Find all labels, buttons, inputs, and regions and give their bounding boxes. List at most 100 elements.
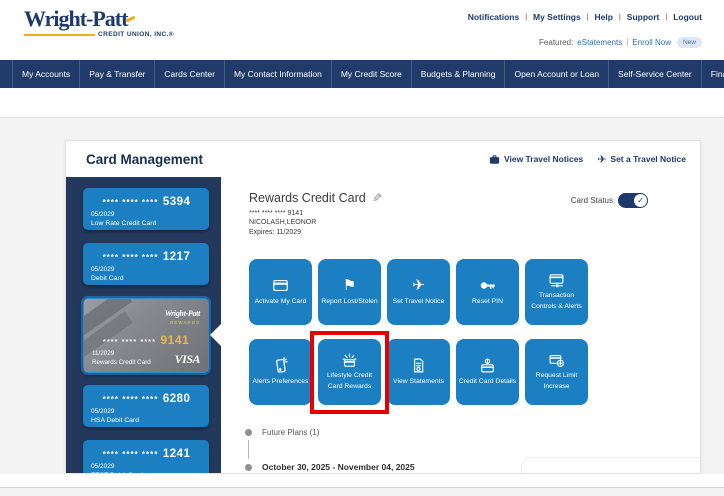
credit-card-icon (272, 277, 289, 295)
nav-my-contact-information[interactable]: My Contact Information (225, 60, 332, 88)
card-expiry: 05/2029 (91, 463, 115, 471)
card-status-toggle[interactable]: ✓ (618, 193, 648, 208)
nav-cards-center[interactable]: Cards Center (155, 60, 225, 88)
card-detail-summary: Rewards Credit Card ✎ **** **** **** 914… (249, 191, 382, 237)
new-badge: New (676, 37, 702, 48)
link-separator: | (665, 13, 668, 21)
card-mask: **** **** **** (102, 253, 159, 262)
card-management-panel: Card Management View Travel Notices ✈ Se… (65, 140, 701, 474)
airplane-icon: ✈ (412, 277, 425, 295)
tile-label: Report Lost/Stolen (321, 297, 378, 305)
set-travel-notice-button[interactable]: ✈ Set a Travel Notice (597, 153, 686, 166)
tile-label: Alerts Preferences (252, 377, 309, 385)
card-name: Rewards Credit Card (92, 358, 151, 366)
selected-card-title: Rewards Credit Card (249, 191, 366, 205)
nav-budgets-planning[interactable]: Budgets & Planning (412, 60, 506, 88)
transaction-controls-icon (548, 271, 565, 289)
visa-logo: VISA (174, 352, 201, 366)
utility-links: Notifications | My Settings | Help | Sup… (468, 12, 702, 22)
card-item-hsa-debit[interactable]: **** **** **** 6280 05/2029 HSA Debit Ca… (83, 385, 209, 427)
timeline-dot (245, 429, 252, 436)
main-nav: My Accounts Pay & Transfer Cards Center … (0, 60, 724, 88)
timeline-dot (245, 463, 252, 471)
future-plans-label[interactable]: Future Plans (1) (262, 428, 319, 437)
logout-link[interactable]: Logout (673, 12, 702, 22)
tile-label: Lifestyle Credit Card Rewards (327, 372, 372, 390)
nav-my-accounts[interactable]: My Accounts (12, 60, 81, 88)
wpcu-logo[interactable]: Wright-Patt CREDIT UNION, INC.® (24, 8, 174, 38)
airplane-icon: ✈ (597, 153, 607, 166)
card-name: Debit Card (91, 274, 124, 282)
card-item-rewards-selected[interactable]: Wright-Patt REWARDS **** **** **** 9141 … (83, 298, 209, 373)
card-name: Low Rate Credit Card (91, 219, 157, 227)
card-expiry: 05/2029 (91, 408, 115, 416)
tile-label: Reset PIN (472, 297, 503, 305)
travel-plan-date-range: October 30, 2025 - November 04, 2025 (262, 462, 415, 472)
nav-open-account-or-loan[interactable]: Open Account or Loan (505, 60, 610, 88)
tile-set-travel-notice[interactable]: ✈ Set Travel Notice (387, 259, 450, 325)
tile-alerts-preferences[interactable]: Alerts Preferences (249, 339, 312, 405)
support-link[interactable]: Support (627, 12, 660, 22)
link-separator: | (525, 13, 528, 21)
tile-request-limit-increase[interactable]: Request Limit Increase (525, 339, 588, 405)
tile-report-lost-stolen[interactable]: ⚑ Report Lost/Stolen (318, 259, 381, 325)
timeline-connector (248, 440, 249, 459)
card-last4: 1217 (162, 251, 191, 263)
page-bottom-grey (0, 488, 724, 496)
panel-header: Card Management View Travel Notices ✈ Se… (66, 141, 700, 177)
nav-my-credit-score[interactable]: My Credit Score (332, 60, 412, 88)
card-expiration: Expires: 11/2029 (249, 228, 302, 236)
nav-financial-learning[interactable]: Financial Learning (702, 60, 724, 88)
notifications-link[interactable]: Notifications (468, 12, 519, 22)
my-settings-link[interactable]: My Settings (533, 12, 581, 22)
tile-reset-pin[interactable]: Reset PIN (456, 259, 519, 325)
view-travel-notices-button[interactable]: View Travel Notices (489, 154, 583, 165)
tile-activate-my-card[interactable]: Activate My Card (249, 259, 312, 325)
flag-icon: ⚑ (342, 277, 357, 295)
nav-pay-transfer[interactable]: Pay & Transfer (80, 60, 156, 88)
travel-plan-card (521, 457, 700, 473)
set-travel-notice-label: Set a Travel Notice (610, 154, 686, 164)
card-expiry: 11/2029 (92, 350, 115, 357)
tile-label: Transaction Controls & Alerts (531, 292, 582, 310)
card-item-test-debit[interactable]: **** **** **** 1241 05/2029 TEST Debit C… (83, 440, 209, 473)
featured-label: Featured: (539, 38, 574, 47)
masked-card-number: **** **** **** 9141 (249, 210, 304, 217)
enroll-now-link[interactable]: Enroll Now (632, 38, 671, 47)
card-list-sidebar: **** **** **** 5394 05/2029 Low Rate Cre… (66, 177, 221, 473)
logo-wordmark: Wright-Patt (24, 6, 128, 31)
card-item-debit[interactable]: **** **** **** 1217 05/2029 Debit Card (83, 243, 209, 285)
nav-self-service-center[interactable]: Self-Service Center (609, 60, 702, 88)
briefcase-icon (489, 154, 500, 164)
view-travel-notices-label: View Travel Notices (503, 154, 584, 164)
card-details-icon (479, 357, 496, 375)
site-header: Wright-Patt CREDIT UNION, INC.® Notifica… (0, 0, 724, 60)
link-separator: | (618, 13, 621, 21)
rewards-card-icon (341, 351, 358, 369)
tile-credit-card-details[interactable]: Credit Card Details (456, 339, 519, 405)
card-detail-area: Rewards Credit Card ✎ **** **** **** 914… (221, 177, 700, 473)
card-status-control: Card Status ✓ (571, 193, 648, 208)
card-mask: **** **** **** (102, 450, 159, 459)
travel-timeline: Future Plans (1) October 30, 2025 - Nove… (245, 428, 415, 472)
card-name: HSA Debit Card (91, 416, 139, 424)
help-link[interactable]: Help (595, 12, 613, 22)
logo-underline (24, 33, 96, 36)
card-item-low-rate[interactable]: **** **** **** 5394 05/2029 Low Rate Cre… (83, 188, 209, 230)
card-last4: 9141 (160, 332, 190, 347)
edit-pencil-icon[interactable]: ✎ (372, 191, 382, 205)
cardholder-name: NICOLASH,LEONOR (249, 219, 317, 227)
tile-view-statements[interactable]: View Statements (387, 339, 450, 405)
tile-transaction-controls-alerts[interactable]: Transaction Controls & Alerts (525, 259, 588, 325)
check-icon: ✓ (634, 194, 647, 207)
page: Wright-Patt CREDIT UNION, INC.® Notifica… (0, 0, 724, 496)
key-icon (479, 277, 496, 295)
tile-label: View Statements (393, 377, 444, 385)
tile-lifestyle-credit-card-rewards[interactable]: Lifestyle Credit Card Rewards (310, 331, 389, 414)
tile-label: Credit Card Details (458, 377, 517, 385)
card-actions-grid: Activate My Card ⚑ Report Lost/Stolen ✈ … (249, 259, 588, 414)
tile-label: Activate My Card (254, 297, 307, 305)
estatements-link[interactable]: eStatements (577, 38, 622, 47)
tile-label: Request Limit Increase (535, 372, 578, 390)
card-mask: **** **** **** (102, 198, 159, 207)
